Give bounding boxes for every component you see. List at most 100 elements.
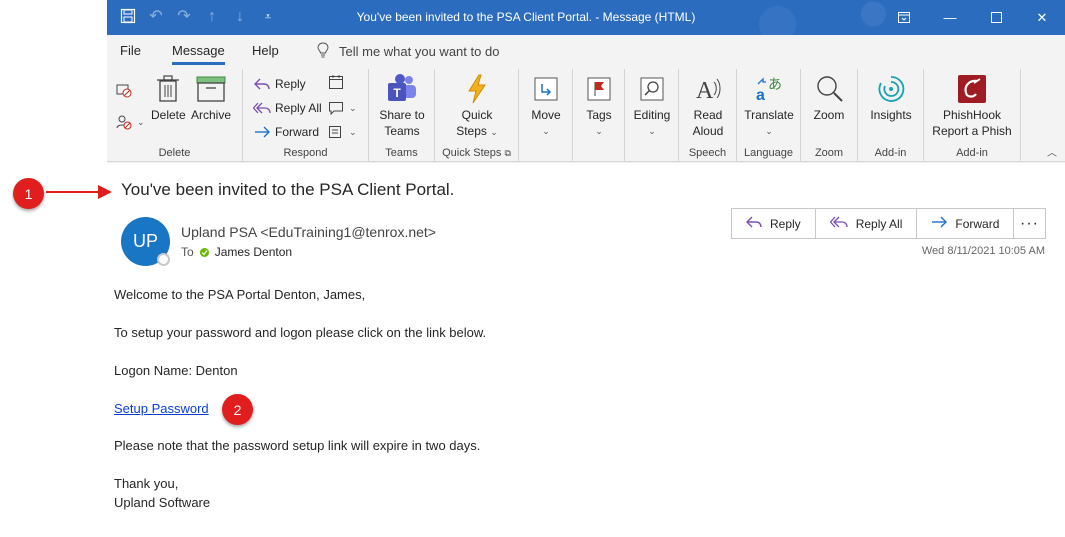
zoom-group: Zoom Zoom xyxy=(801,69,858,162)
to-label: To xyxy=(181,245,194,259)
im-reply-button[interactable]: ⌄ xyxy=(327,99,357,117)
move-group: Move ⌄ xyxy=(519,69,573,162)
collapse-ribbon-icon[interactable]: ︿ xyxy=(1047,144,1057,159)
message-actions: Reply Reply All Forward xyxy=(731,208,1015,239)
chevron-down-icon: ⌄ xyxy=(595,126,603,136)
forward-icon xyxy=(253,123,271,141)
maximize-icon[interactable] xyxy=(973,0,1019,35)
move-button[interactable]: Move ⌄ xyxy=(525,73,567,139)
calendar-icon xyxy=(327,73,345,91)
zoom-label: Zoom xyxy=(813,108,845,122)
ribbon-reply-all-button[interactable]: Reply All xyxy=(253,99,322,117)
setup-password-link[interactable]: Setup Password xyxy=(114,401,209,416)
forward-button[interactable]: Forward xyxy=(917,209,1013,238)
tab-file[interactable]: File xyxy=(120,43,141,58)
outlook-message-window: ↶ ↷ ↑ ↓ ⩡ You've been invited to the PSA… xyxy=(107,0,1065,163)
reply-button[interactable]: Reply xyxy=(732,209,816,238)
teams-group-label: Teams xyxy=(385,147,418,159)
received-date: Wed 8/11/2021 10:05 AM xyxy=(921,245,1045,257)
ribbon-reply-button[interactable]: Reply xyxy=(253,75,306,93)
insights-addin-group: Insights Add-in xyxy=(858,69,924,162)
respond-group-label: Respond xyxy=(283,147,328,159)
teams-group: T Share to Teams Teams xyxy=(369,69,435,162)
reply-all-icon xyxy=(253,99,271,117)
tab-help[interactable]: Help xyxy=(252,43,279,58)
tab-message[interactable]: Message xyxy=(172,43,225,65)
dialog-launcher-icon[interactable]: ⧉ xyxy=(504,148,510,158)
delete-group-label: Delete xyxy=(158,147,191,159)
forward-icon xyxy=(931,215,948,232)
minimize-icon[interactable]: — xyxy=(927,0,973,35)
reply-icon xyxy=(253,75,271,93)
reply-label: Reply xyxy=(275,77,306,91)
tags-label: Tags xyxy=(586,108,612,122)
share-to-teams-label-line1: Share to xyxy=(379,108,425,122)
chevron-down-icon: ⌄ xyxy=(490,127,498,137)
ribbon-display-options-icon[interactable] xyxy=(881,0,927,35)
quick-steps-group-label-text: Quick Steps xyxy=(442,147,502,159)
ribbon-forward-button[interactable]: Forward xyxy=(253,123,319,141)
quick-steps-label-line2: Steps ⌄ xyxy=(456,123,498,140)
close-icon[interactable]: ✕ xyxy=(1019,0,1065,35)
read-aloud-label-line2: Aloud xyxy=(692,124,724,138)
phishhook-label-line2: Report a Phish xyxy=(932,124,1012,138)
search-icon xyxy=(636,73,668,105)
title-bar: ↶ ↷ ↑ ↓ ⩡ You've been invited to the PSA… xyxy=(107,0,1065,35)
reply-all-label: Reply All xyxy=(275,101,322,115)
chevron-down-icon: ⌄ xyxy=(542,126,550,136)
quick-steps-button[interactable]: Quick Steps ⌄ xyxy=(453,73,501,140)
editing-button[interactable]: Editing ⌄ xyxy=(630,73,674,139)
phishhook-label-line1: PhishHook xyxy=(942,108,1002,122)
insights-label: Insights xyxy=(870,108,912,122)
quick-steps-group: Quick Steps ⌄ Quick Steps ⧉ xyxy=(435,69,519,162)
lightning-icon xyxy=(461,73,493,105)
translate-button[interactable]: aあ Translate ⌄ xyxy=(743,73,795,139)
ignore-button[interactable] xyxy=(115,81,133,99)
respond-group: Reply Reply All Forward ⌄ ⌄ Respond xyxy=(243,69,369,162)
read-aloud-button[interactable]: A Read Aloud xyxy=(687,73,729,139)
insights-button[interactable]: Insights xyxy=(866,73,916,123)
phishhook-group-label: Add-in xyxy=(956,147,988,159)
share-to-teams-button[interactable]: T Share to Teams xyxy=(377,73,427,139)
chevron-down-icon: ⌄ xyxy=(137,116,145,127)
tags-group: Tags ⌄ xyxy=(573,69,625,162)
svg-text:a: a xyxy=(756,87,765,104)
phishhook-button[interactable]: PhishHook Report a Phish xyxy=(926,73,1018,139)
setup-password-link-row: Setup Password xyxy=(114,401,209,416)
reply-all-button[interactable]: Reply All xyxy=(816,209,918,238)
magnifier-icon xyxy=(813,73,845,105)
junk-icon xyxy=(115,113,133,131)
tell-me-search[interactable]: Tell me what you want to do xyxy=(317,42,499,61)
meeting-reply-button[interactable] xyxy=(327,73,345,91)
zoom-button[interactable]: Zoom xyxy=(809,73,849,123)
flag-icon xyxy=(583,73,615,105)
archive-label: Archive xyxy=(191,108,232,122)
tags-button[interactable]: Tags ⌄ xyxy=(579,73,619,139)
chat-icon xyxy=(327,99,345,117)
body-logon-name: Logon Name: Denton xyxy=(114,363,238,378)
tell-me-label: Tell me what you want to do xyxy=(339,44,500,59)
sender-address[interactable]: Upland PSA <EduTraining1@tenrox.net> xyxy=(181,224,436,240)
window-controls: — ✕ xyxy=(881,0,1065,35)
reply-all-icon xyxy=(829,215,848,232)
language-group: aあ Translate ⌄ Language xyxy=(737,69,801,162)
delete-button[interactable]: Delete xyxy=(151,73,186,123)
phishhook-icon xyxy=(956,73,988,105)
read-aloud-label-line1: Read xyxy=(693,108,723,122)
chevron-down-icon: ⌄ xyxy=(349,102,357,113)
insights-group-label: Add-in xyxy=(874,147,907,159)
body-greeting: Welcome to the PSA Portal Denton, James, xyxy=(114,287,366,302)
archive-button[interactable]: Archive xyxy=(191,73,231,123)
move-icon xyxy=(530,73,562,105)
recipient-line: To James Denton xyxy=(181,245,292,259)
ribbon-tabs: File Message Help Tell me what you want … xyxy=(107,35,1065,65)
more-actions-button[interactable]: ··· xyxy=(1013,208,1046,239)
presence-status-icon xyxy=(157,253,170,266)
junk-button[interactable]: ⌄ xyxy=(115,113,145,131)
share-to-teams-label-line2: Teams xyxy=(384,124,420,138)
annotation-arrow-icon xyxy=(46,185,112,199)
phishhook-addin-group: PhishHook Report a Phish Add-in xyxy=(924,69,1021,162)
recipient-name[interactable]: James Denton xyxy=(215,245,292,259)
svg-text:あ: あ xyxy=(768,77,782,93)
more-respond-button[interactable]: ⌄ xyxy=(327,123,357,141)
